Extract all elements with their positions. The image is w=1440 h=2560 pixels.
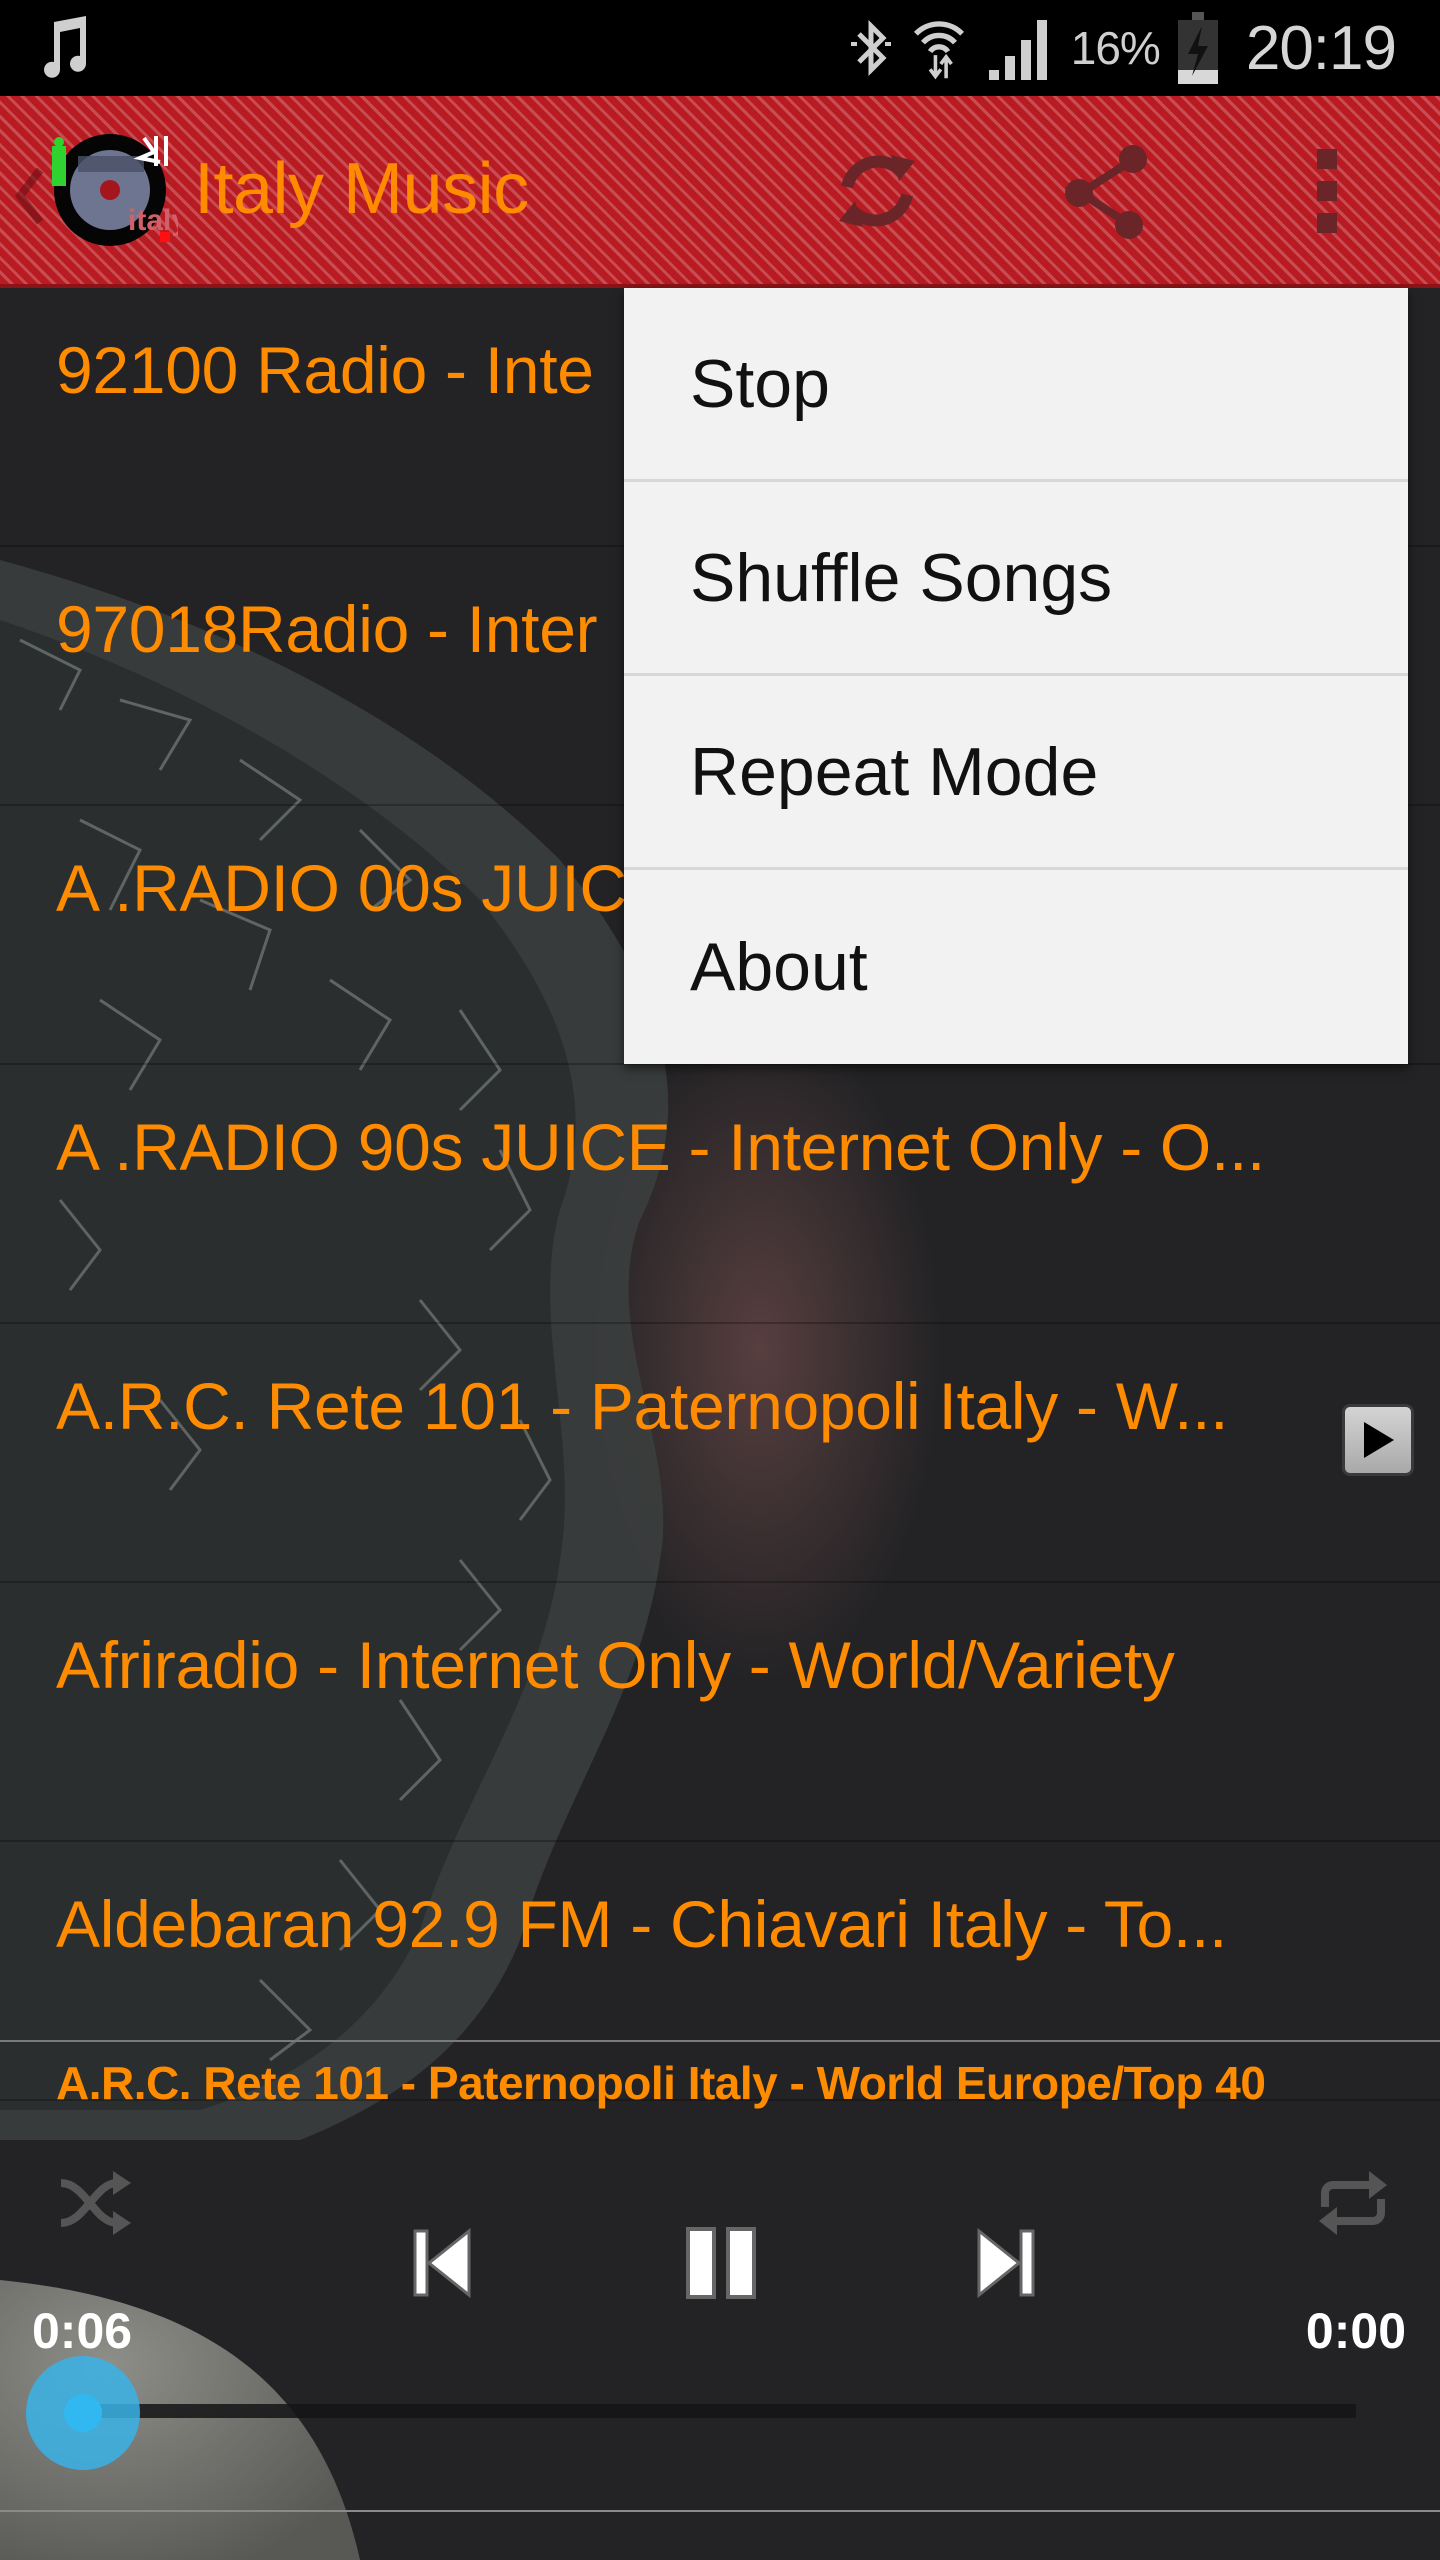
bluetooth-icon (850, 19, 891, 77)
station-item[interactable]: A.R.C. Rete 101 - Paternopoli Italy - W.… (0, 1324, 1440, 1583)
svg-text:italy: italy (128, 204, 178, 237)
wifi-icon (913, 21, 964, 80)
app-title: Italy Music (194, 149, 529, 229)
shuffle-button[interactable] (50, 2158, 140, 2248)
menu-item-about[interactable]: About (624, 870, 1408, 1064)
battery-percent: 16% (1070, 22, 1161, 74)
app-logo[interactable]: italy (48, 128, 178, 246)
clock: 20:19 (1245, 13, 1397, 83)
repeat-button[interactable] (1308, 2158, 1398, 2248)
elapsed-time: 0:06 (32, 2303, 133, 2359)
menu-item-repeat-mode[interactable]: Repeat Mode (624, 676, 1408, 870)
share-button[interactable] (1052, 136, 1162, 246)
seek-bar[interactable] (84, 2404, 1356, 2418)
station-label: 97018Radio - Inter (56, 592, 598, 666)
station-label: Afriradio - Internet Only - World/Variet… (56, 1628, 1175, 1702)
pause-button[interactable] (672, 2208, 772, 2318)
station-item[interactable]: Afriradio - Internet Only - World/Variet… (0, 1583, 1440, 1842)
more-vert-icon (1317, 149, 1337, 233)
menu-item-shuffle-songs[interactable]: Shuffle Songs (624, 482, 1408, 676)
share-icon (1065, 145, 1147, 239)
play-icon (1364, 1422, 1394, 1458)
refresh-icon (839, 155, 915, 227)
station-item[interactable]: A .RADIO 90s JUICE - Internet Only - O..… (0, 1065, 1440, 1324)
now-playing-title: A.R.C. Rete 101 - Paternopoli Italy - Wo… (56, 2057, 1266, 2109)
battery-charging-icon (1177, 12, 1218, 84)
shuffle-icon (60, 2171, 131, 2235)
status-bar: 16% 20:19 (0, 0, 1440, 96)
seek-thumb[interactable] (64, 2394, 102, 2432)
signal-icon (988, 20, 1047, 80)
previous-button[interactable] (398, 2208, 488, 2318)
station-label: 92100 Radio - Inte (56, 333, 594, 407)
music-note-icon (44, 16, 86, 78)
pause-icon (686, 2227, 756, 2299)
back-arrow-icon[interactable] (14, 166, 44, 226)
overflow-menu: Stop Shuffle Songs Repeat Mode About (624, 288, 1408, 1064)
player-panel: A.R.C. Rete 101 - Paternopoli Italy - Wo… (0, 2038, 1440, 2560)
player-divider (0, 2040, 1440, 2042)
repeat-icon (1319, 2171, 1387, 2235)
menu-item-stop[interactable]: Stop (624, 288, 1408, 482)
skip-previous-icon (413, 2227, 471, 2299)
station-label: A .RADIO 90s JUICE - Internet Only - O..… (56, 1110, 1266, 1184)
station-label: A .RADIO 00s JUIC (56, 851, 627, 925)
station-label: Aldebaran 92.9 FM - Chiavari Italy - To.… (56, 1887, 1228, 1961)
bottom-divider (0, 2510, 1440, 2512)
more-options-button[interactable] (1272, 136, 1382, 246)
refresh-button[interactable] (822, 136, 932, 246)
next-button[interactable] (960, 2208, 1050, 2318)
action-bar: italy Italy Music (0, 96, 1440, 288)
station-label: A.R.C. Rete 101 - Paternopoli Italy - W.… (56, 1369, 1229, 1443)
skip-next-icon (977, 2227, 1035, 2299)
total-time: 0:00 (1305, 2303, 1406, 2359)
station-play-button[interactable] (1342, 1404, 1414, 1476)
